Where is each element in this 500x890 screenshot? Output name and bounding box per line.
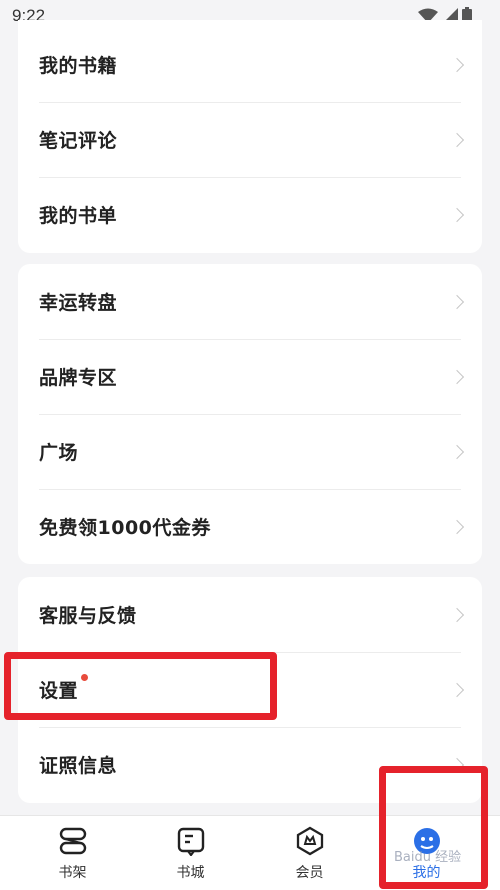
menu-card-2: 幸运转盘 品牌专区 广场 免费领1000代金券	[18, 264, 482, 564]
menu-item-my-books[interactable]: 我的书籍	[18, 27, 482, 102]
menu-item-label: 设置	[39, 680, 79, 702]
bottom-nav: 书架 书城 会员 我的	[0, 815, 500, 890]
menu-card-3: 客服与反馈 设置 证照信息	[18, 577, 482, 803]
nav-tab-bookshelf[interactable]: 书架	[10, 816, 135, 890]
chevron-right-icon	[449, 757, 465, 772]
menu-item-plaza[interactable]: 广场	[18, 414, 482, 489]
menu-item-notes-comments[interactable]: 笔记评论	[18, 102, 482, 177]
menu-item-free-voucher[interactable]: 免费领1000代金券	[18, 489, 482, 564]
chevron-right-icon	[449, 207, 465, 222]
nav-tab-label: 我的	[412, 865, 441, 881]
menu-item-label: 客服与反馈	[39, 605, 137, 627]
bookstore-icon	[177, 827, 205, 856]
menu-item-label: 幸运转盘	[39, 292, 118, 314]
bookshelf-icon	[59, 827, 87, 855]
menu-item-license-info[interactable]: 证照信息	[18, 727, 482, 802]
chevron-right-icon	[449, 369, 465, 384]
menu-item-label: 免费领1000代金券	[39, 517, 211, 539]
menu-item-label: 证照信息	[39, 755, 118, 777]
menu-item-brand-zone[interactable]: 品牌专区	[18, 339, 482, 414]
menu-item-label: 笔记评论	[39, 130, 118, 152]
chevron-right-icon	[449, 682, 465, 697]
chevron-right-icon	[449, 294, 465, 309]
chevron-right-icon	[449, 57, 465, 72]
nav-tab-membership[interactable]: 会员	[247, 816, 372, 890]
chevron-right-icon	[449, 132, 465, 147]
chevron-right-icon	[449, 444, 465, 459]
menu-item-customer-service[interactable]: 客服与反馈	[18, 577, 482, 652]
menu-item-lucky-wheel[interactable]: 幸运转盘	[18, 264, 482, 339]
menu-item-settings[interactable]: 设置	[18, 652, 482, 727]
menu-item-label: 我的书籍	[39, 55, 118, 77]
menu-item-label: 我的书单	[39, 205, 118, 227]
notification-dot	[81, 674, 89, 681]
nav-tab-bookstore[interactable]: 书城	[128, 816, 253, 890]
membership-icon	[296, 826, 324, 856]
nav-tab-profile[interactable]: 我的	[364, 816, 489, 890]
chevron-right-icon	[449, 607, 465, 622]
nav-tab-label: 书城	[176, 865, 205, 881]
nav-tab-label: 书架	[58, 865, 87, 881]
nav-tab-label: 会员	[295, 865, 324, 881]
menu-item-label: 广场	[39, 442, 79, 464]
profile-icon	[414, 828, 440, 854]
menu-item-label: 品牌专区	[39, 367, 118, 389]
chevron-right-icon	[449, 519, 465, 534]
menu-card-1: 我的书籍 笔记评论 我的书单	[18, 20, 482, 253]
menu-item-my-booklist[interactable]: 我的书单	[18, 177, 482, 252]
